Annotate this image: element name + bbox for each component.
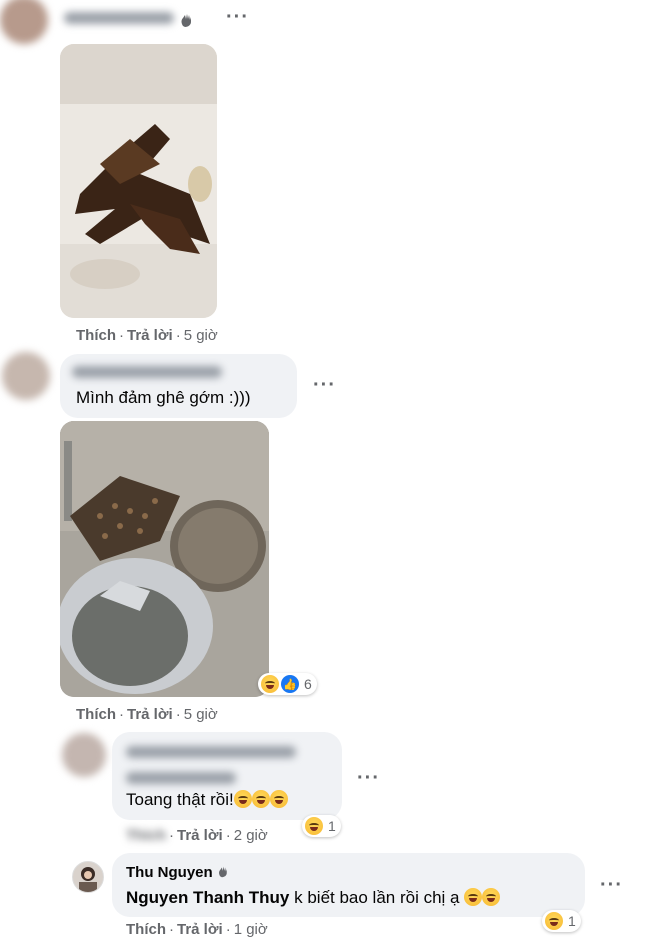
author-name[interactable]: [64, 12, 174, 24]
laughing-emoji-icon: [482, 888, 501, 906]
timestamp[interactable]: 2 giờ: [234, 827, 268, 844]
avatar[interactable]: [2, 352, 50, 400]
timestamp[interactable]: 1 giờ: [234, 921, 268, 938]
mention-link[interactable]: [126, 772, 236, 784]
author-line: Thu Nguyen: [126, 864, 230, 881]
comment-text: Nguyen Thanh Thuy k biết bao lần rồi chị…: [126, 888, 501, 908]
comment-actions: Thích · Trả lời · 5 giờ: [76, 327, 218, 344]
comment-text-body: k biết bao lần rồi chị ạ: [289, 888, 460, 907]
avatar[interactable]: [72, 861, 104, 893]
like-link[interactable]: Thích: [126, 921, 166, 938]
timestamp[interactable]: 5 giờ: [184, 327, 218, 344]
laughing-emoji-icon: [251, 790, 270, 808]
like-link[interactable]: Thích: [126, 827, 166, 844]
like-icon: 👍: [281, 675, 299, 693]
mention-link[interactable]: Nguyen Thanh Thuy: [126, 888, 289, 907]
reply-link[interactable]: Trả lời: [177, 827, 223, 844]
laughing-emoji-icon: [261, 675, 279, 693]
comment-actions: Thích · Trả lời · 2 giờ: [126, 827, 268, 844]
laughing-emoji-icon: [269, 790, 288, 808]
laughing-emoji-icon: [305, 817, 323, 835]
comment-bubble: Toang thật rồi!: [112, 732, 342, 820]
like-link[interactable]: Thích: [76, 706, 116, 723]
author-name[interactable]: Thu Nguyen: [126, 864, 213, 881]
laughing-emoji-icon: [233, 790, 252, 808]
avatar[interactable]: [62, 733, 106, 777]
reaction-count: 1: [328, 818, 336, 834]
like-link[interactable]: Thích: [76, 327, 116, 344]
comment-text: Mình đảm ghê gớm :))): [76, 388, 251, 407]
reaction-summary[interactable]: 👍 6: [258, 673, 317, 695]
laughing-emoji-icon: [464, 888, 483, 906]
reaction-count: 1: [568, 913, 576, 929]
comment-bubble: Thu Nguyen Nguyen Thanh Thuy k biết bao …: [112, 853, 585, 917]
comment-text: Toang thật rồi!: [126, 790, 288, 810]
timestamp[interactable]: 5 giờ: [184, 706, 218, 723]
reaction-summary[interactable]: 1: [302, 815, 341, 837]
comment-bubble: Mình đảm ghê gớm :))): [60, 354, 297, 418]
avatar[interactable]: [0, 0, 48, 44]
waving-hand-icon: [218, 866, 227, 878]
author-name[interactable]: [72, 366, 222, 378]
more-options-icon[interactable]: ···: [313, 374, 336, 397]
comment-actions: Thích · Trả lời · 5 giờ: [76, 706, 218, 723]
comment-photo[interactable]: [60, 421, 269, 697]
comment-text-body: Toang thật rồi!: [126, 790, 234, 809]
more-options-icon[interactable]: ···: [226, 6, 249, 29]
reply-link[interactable]: Trả lời: [127, 327, 173, 344]
more-options-icon[interactable]: ···: [600, 874, 623, 897]
reaction-count: 6: [304, 676, 312, 692]
comment-photo[interactable]: [60, 44, 217, 318]
more-options-icon[interactable]: ···: [357, 767, 380, 790]
waving-hand-icon: [181, 14, 191, 27]
author-name[interactable]: [126, 746, 296, 758]
comment-actions: Thích · Trả lời · 1 giờ: [126, 921, 268, 938]
laughing-emoji-icon: [545, 912, 563, 930]
reply-link[interactable]: Trả lời: [127, 706, 173, 723]
reply-link[interactable]: Trả lời: [177, 921, 223, 938]
reaction-summary[interactable]: 1: [542, 910, 581, 932]
